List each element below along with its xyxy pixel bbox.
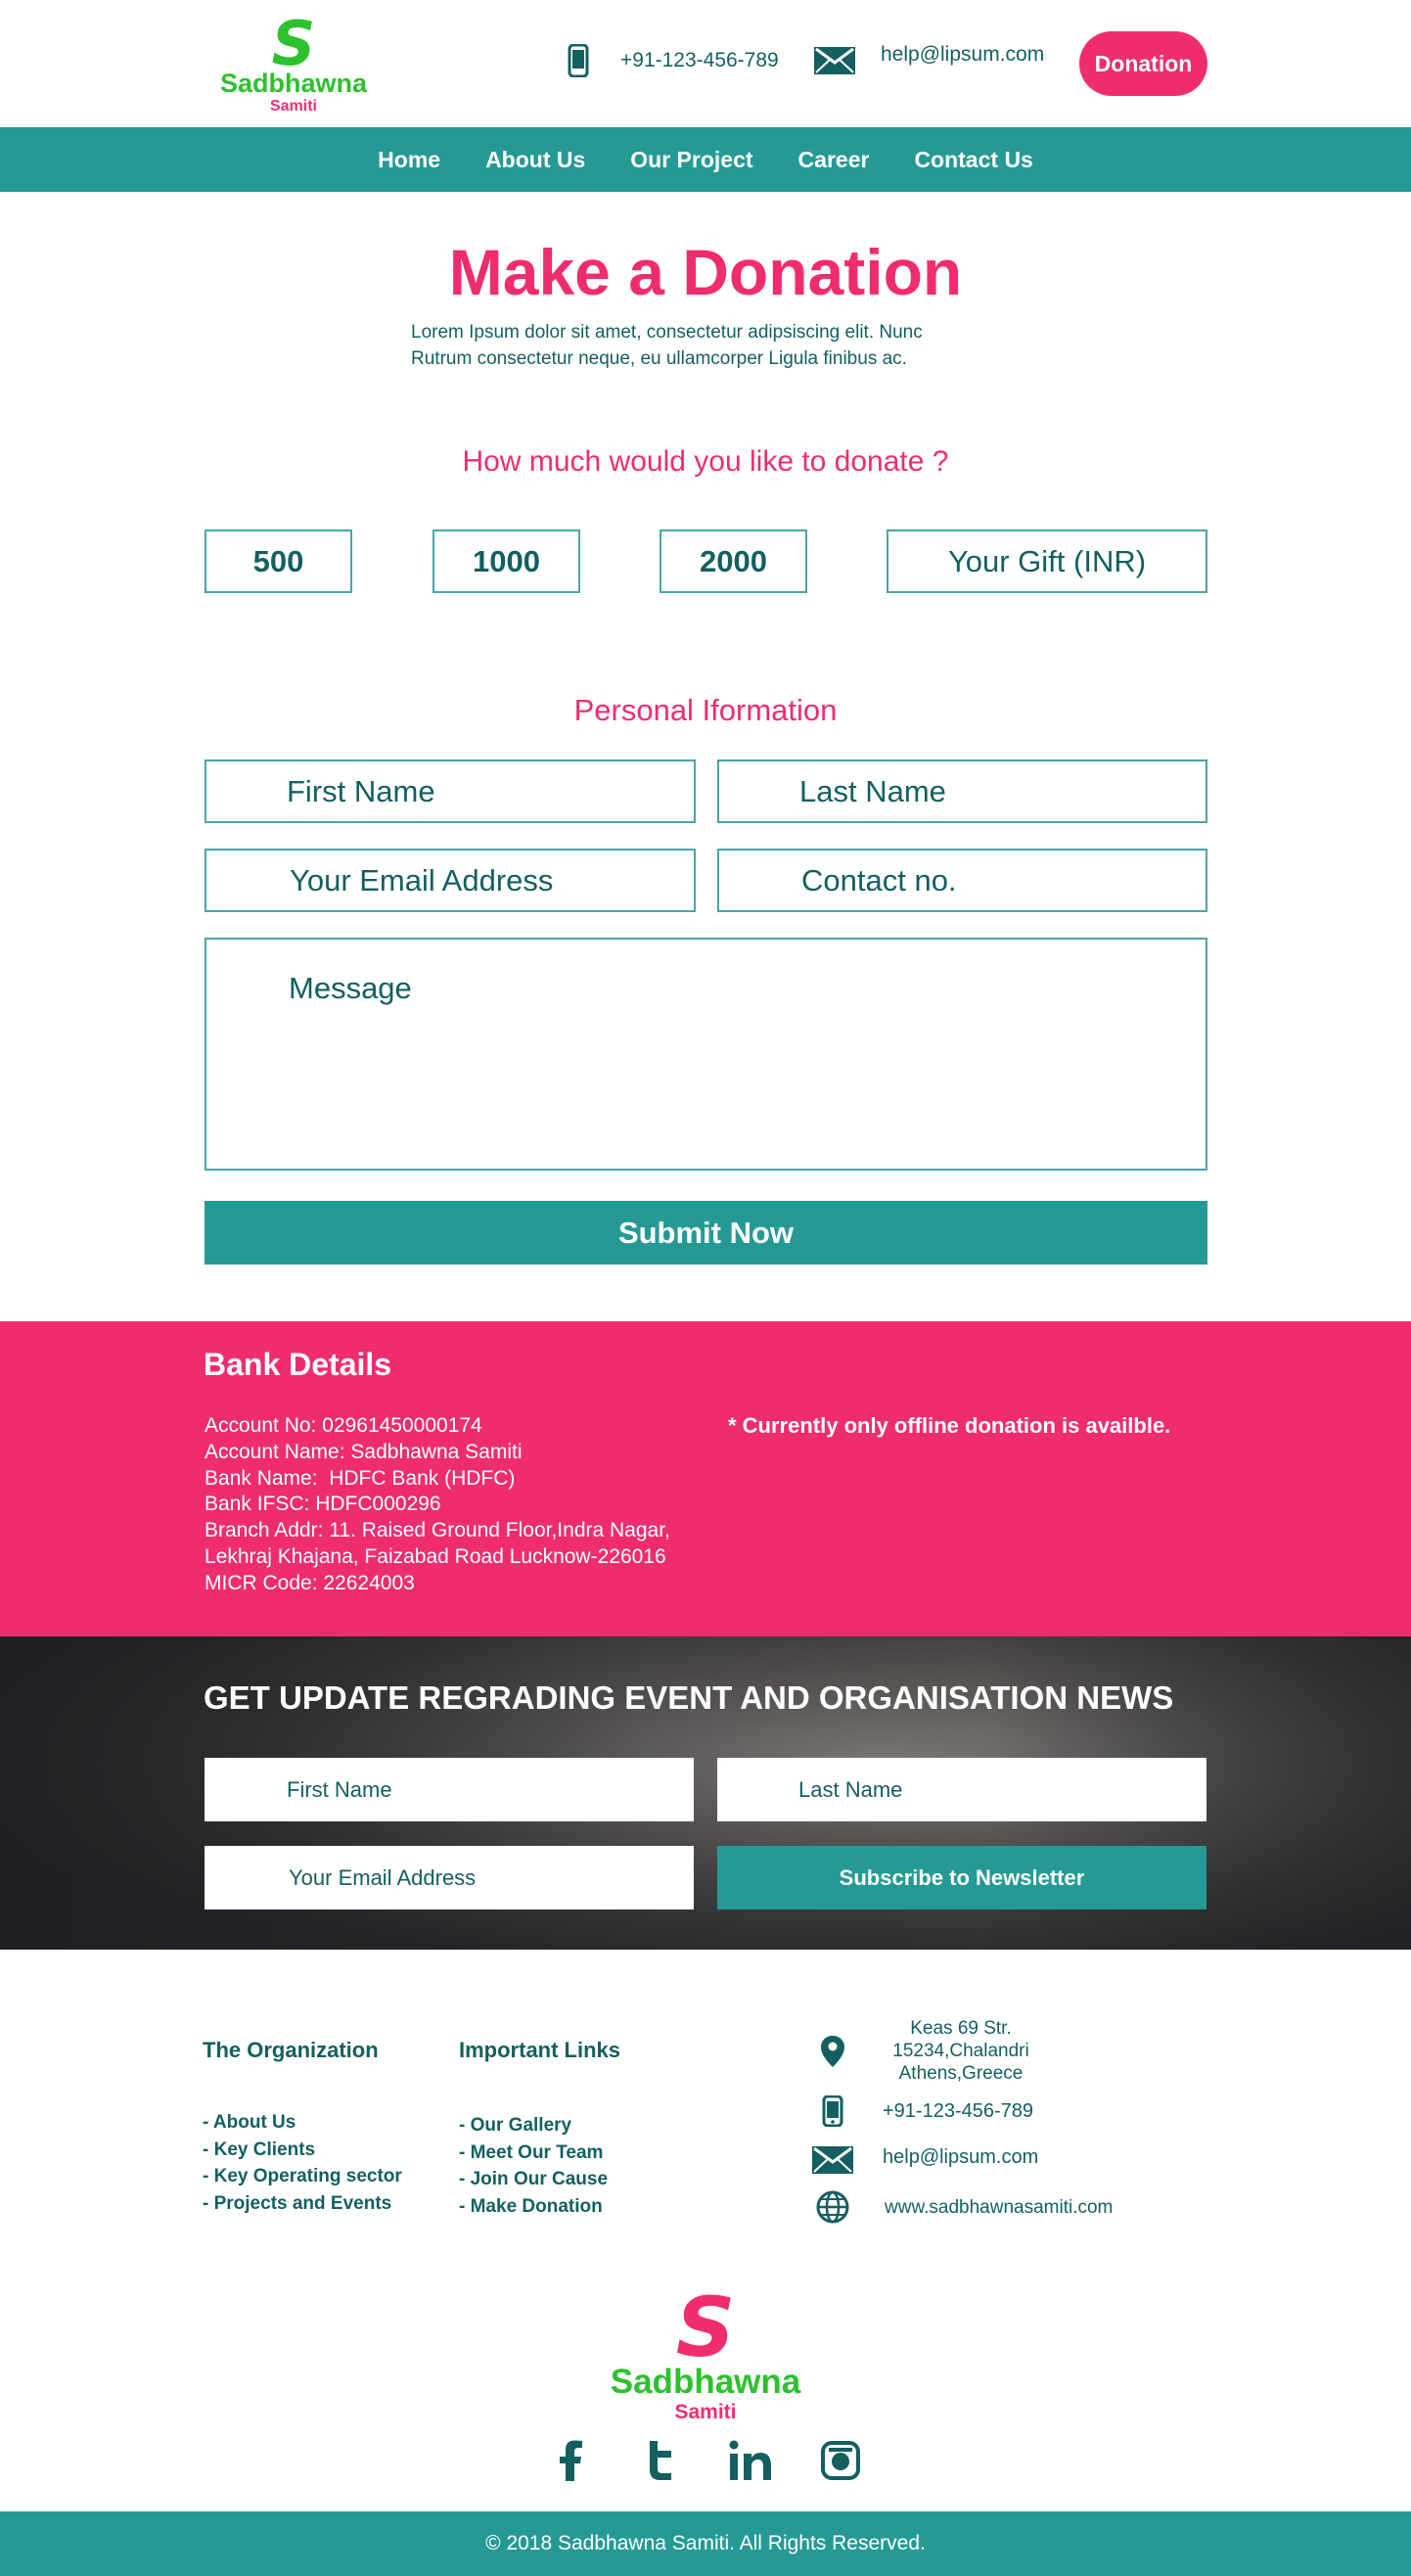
phone-icon — [818, 2094, 847, 2128]
main-nav: Home About Us Our Project Career Contact… — [0, 127, 1411, 192]
bank-line: Bank Name: HDFC Bank (HDFC) — [205, 1466, 516, 1490]
offline-note: * Currently only offline donation is ava… — [728, 1413, 1171, 1438]
linkedin-icon[interactable] — [727, 2437, 774, 2484]
facebook-icon[interactable] — [547, 2437, 594, 2484]
footer-logo[interactable]: S Sadbhawna Samiti — [585, 2286, 826, 2422]
first-name-field[interactable]: First Name — [205, 759, 696, 823]
bank-line: Bank IFSC: HDFC000296 — [205, 1493, 441, 1516]
amount-1000-button[interactable]: 1000 — [432, 529, 580, 593]
mail-icon — [811, 2145, 854, 2175]
bank-line: Account Name: Sadbhawna Samiti — [205, 1440, 523, 1463]
bank-lines: Account No: 02961450000174 Account Name:… — [205, 1413, 670, 1597]
donation-button[interactable]: Donation — [1079, 31, 1207, 96]
copyright-bar: © 2018 Sadbhawna Samiti. All Rights Rese… — [0, 2511, 1411, 2576]
contact-field[interactable]: Contact no. — [717, 849, 1207, 912]
footer-link[interactable]: - Join Our Cause — [459, 2166, 608, 2193]
links-column-title: Important Links — [459, 2038, 621, 2062]
bank-line: MICR Code: 22624003 — [205, 1571, 415, 1594]
logo-name: Sadbhawna — [610, 2363, 801, 2401]
org-column-title: The Organization — [203, 2038, 379, 2062]
gift-amount-input[interactable]: Your Gift (INR) — [887, 529, 1207, 593]
subscribe-button[interactable]: Subscribe to Newsletter — [717, 1846, 1206, 1909]
footer-link[interactable]: - Key Clients — [203, 2137, 402, 2164]
footer-link[interactable]: - Projects and Events — [203, 2190, 402, 2218]
footer-link[interactable]: - About Us — [203, 2109, 402, 2137]
message-field[interactable]: Message — [205, 938, 1207, 1171]
header-phone-text: +91-123-456-789 — [620, 49, 779, 71]
header-email[interactable]: help@lipsum.com — [814, 43, 1044, 74]
location-pin-icon — [817, 2034, 848, 2069]
email-field[interactable]: Your Email Address — [205, 849, 696, 912]
logo-mark: S — [271, 8, 316, 79]
header-email-text: help@lipsum.com — [881, 43, 1045, 66]
header-logo[interactable]: S Sadbhawna Samiti — [204, 14, 384, 115]
address-line: 15234,Chalandri — [892, 2041, 1029, 2061]
bank-line: Branch Addr: 11. Raised Ground Floor,Ind… — [205, 1519, 670, 1542]
bank-title: Bank Details — [204, 1347, 392, 1382]
newsletter-title: GET UPDATE REGRADING EVENT AND ORGANISAT… — [204, 1679, 1174, 1716]
logo-sub: Samiti — [674, 2401, 737, 2423]
newsletter-first-name[interactable]: First Name — [205, 1758, 694, 1821]
social-links — [0, 2437, 1411, 2484]
address-line: Keas 69 Str. — [910, 2018, 1012, 2039]
phone-icon — [566, 43, 591, 78]
nav-career[interactable]: Career — [798, 147, 870, 173]
footer-link[interactable]: - Our Gallery — [459, 2112, 608, 2139]
footer-email[interactable]: help@lipsum.com — [883, 2146, 1038, 2169]
amount-500-button[interactable]: 500 — [205, 529, 352, 593]
mail-icon — [814, 47, 855, 74]
nav-about-us[interactable]: About Us — [485, 147, 585, 173]
logo-mark: S — [675, 2279, 736, 2375]
logo-name: Sadbhawna — [219, 69, 368, 98]
subtitle-line-2: Rutrum consectetur neque, eu ullamcorper… — [411, 348, 907, 369]
submit-button[interactable]: Submit Now — [205, 1201, 1207, 1265]
footer-link[interactable]: - Make Donation — [459, 2193, 608, 2221]
bank-line: Lekhraj Khajana, Faizabad Road Lucknow-2… — [205, 1544, 666, 1568]
org-links: - About Us - Key Clients - Key Operating… — [203, 2109, 402, 2217]
amount-2000-button[interactable]: 2000 — [660, 529, 807, 593]
nav-our-project[interactable]: Our Project — [630, 147, 752, 173]
subtitle-line-1: Lorem Ipsum dolor sit amet, consectetur … — [411, 322, 923, 343]
instagram-icon[interactable] — [817, 2437, 864, 2484]
page-title: Make a Donation — [448, 236, 963, 308]
nav-contact-us[interactable]: Contact Us — [914, 147, 1032, 173]
globe-icon — [815, 2189, 850, 2225]
nav-home[interactable]: Home — [378, 147, 440, 173]
bank-details-section: Bank Details Account No: 02961450000174 … — [0, 1321, 1411, 1636]
footer-phone[interactable]: +91-123-456-789 — [883, 2100, 1033, 2123]
last-name-field[interactable]: Last Name — [717, 759, 1207, 823]
newsletter-email[interactable]: Your Email Address — [205, 1846, 694, 1909]
page-subtitle: Lorem Ipsum dolor sit amet, consectetur … — [411, 319, 1018, 372]
logo-sub: Samiti — [269, 98, 317, 115]
footer-link[interactable]: - Meet Our Team — [459, 2139, 608, 2167]
newsletter-last-name[interactable]: Last Name — [717, 1758, 1206, 1821]
footer-link[interactable]: - Key Operating sector — [203, 2163, 402, 2190]
newsletter-section: GET UPDATE REGRADING EVENT AND ORGANISAT… — [0, 1636, 1411, 1950]
address-line: Athens,Greece — [898, 2063, 1024, 2084]
donate-question: How much would you like to donate ? — [462, 445, 949, 478]
bank-line: Account No: 02961450000174 — [205, 1414, 482, 1437]
footer-website[interactable]: www.sadbhawnasamiti.com — [885, 2196, 1113, 2219]
footer-address: Keas 69 Str. 15234,Chalandri Athens,Gree… — [883, 2017, 1039, 2085]
personal-info-title: Personal Iformation — [573, 693, 838, 727]
important-links: - Our Gallery - Meet Our Team - Join Our… — [459, 2112, 608, 2220]
twitter-icon[interactable] — [637, 2437, 684, 2484]
header-phone[interactable]: +91-123-456-789 — [566, 43, 779, 78]
